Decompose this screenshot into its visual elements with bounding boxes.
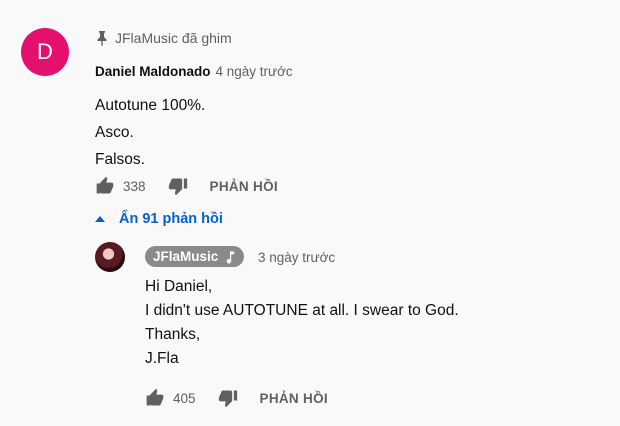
pinned-label: JFlaMusic đã ghim — [115, 30, 232, 46]
reply-button[interactable]: PHẢN HỒI — [260, 391, 328, 406]
thumbs-up-icon[interactable] — [145, 388, 165, 408]
pinned-indicator: JFlaMusic đã ghim — [95, 30, 232, 46]
caret-up-icon — [95, 216, 105, 222]
comment-timestamp[interactable]: 4 ngày trước — [216, 64, 293, 79]
reply-line: Hi Daniel, — [145, 278, 213, 295]
comment-text: Autotune 100%. Asco. Falsos. — [95, 92, 205, 173]
comment-author[interactable]: Daniel Maldonado — [95, 64, 211, 79]
reply-timestamp[interactable]: 3 ngày trước — [258, 250, 335, 265]
reply-actions: 405 PHẢN HỒI — [145, 388, 328, 408]
like-count: 405 — [173, 390, 196, 406]
reply-author-badge[interactable]: JFlaMusic — [145, 246, 245, 267]
comment-line: Autotune 100%. — [95, 97, 206, 114]
reply-line: J.Fla — [145, 350, 179, 367]
reply-line: Thanks, — [145, 326, 201, 343]
comment-actions: 338 PHẢN HỒI — [95, 176, 278, 196]
thumbs-down-icon[interactable] — [168, 176, 188, 196]
comment-line: Falsos. — [95, 151, 145, 168]
music-note-icon — [226, 251, 235, 264]
comment-header: Daniel Maldonado 4 ngày trước — [95, 64, 293, 79]
pin-icon — [97, 31, 107, 46]
reply-author: JFlaMusic — [153, 249, 219, 264]
thumbs-up-icon[interactable] — [95, 176, 115, 196]
hide-replies-button[interactable]: Ẩn 91 phản hồi — [95, 211, 223, 227]
avatar[interactable]: D — [21, 28, 69, 76]
thumbs-down-icon[interactable] — [218, 388, 238, 408]
hide-replies-label: Ẩn 91 phản hồi — [119, 211, 223, 227]
comment-line: Asco. — [95, 124, 134, 141]
like-count: 338 — [123, 178, 146, 194]
reply-text: Hi Daniel, I didn't use AUTOTUNE at all.… — [145, 275, 459, 371]
reply-line: I didn't use AUTOTUNE at all. I swear to… — [145, 302, 459, 319]
avatar[interactable] — [95, 242, 125, 272]
reply-button[interactable]: PHẢN HỒI — [210, 179, 278, 194]
